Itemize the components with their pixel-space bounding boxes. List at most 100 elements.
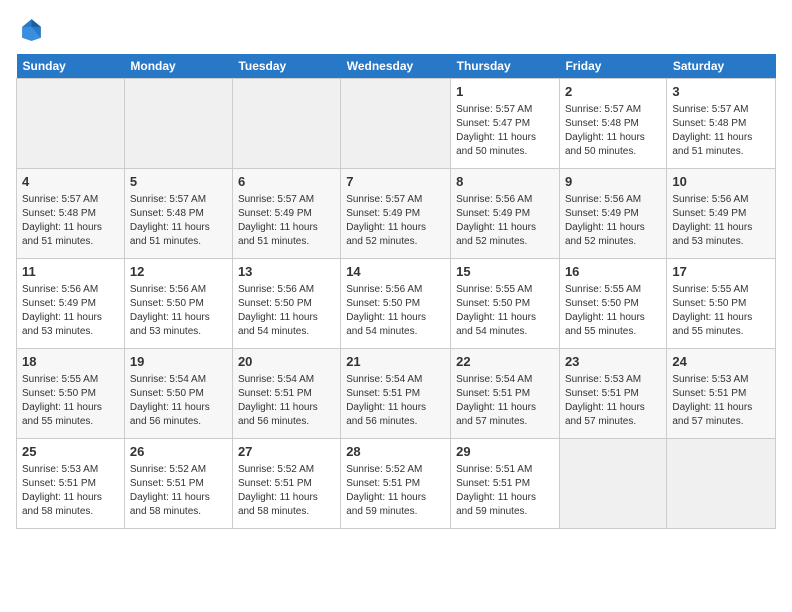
day-number: 22 bbox=[456, 353, 554, 371]
calendar-day-cell: 10 Sunrise: 5:56 AMSunset: 5:49 PMDayligh… bbox=[667, 169, 776, 259]
day-info: Sunrise: 5:52 AMSunset: 5:51 PMDaylight:… bbox=[130, 464, 210, 517]
day-info: Sunrise: 5:56 AMSunset: 5:49 PMDaylight:… bbox=[672, 194, 752, 247]
day-info: Sunrise: 5:54 AMSunset: 5:51 PMDaylight:… bbox=[456, 374, 536, 427]
day-number: 8 bbox=[456, 173, 554, 191]
day-info: Sunrise: 5:55 AMSunset: 5:50 PMDaylight:… bbox=[672, 284, 752, 337]
day-number: 4 bbox=[22, 173, 119, 191]
calendar-day-cell: 22 Sunrise: 5:54 AMSunset: 5:51 PMDayligh… bbox=[451, 349, 560, 439]
day-number: 17 bbox=[672, 263, 770, 281]
day-number: 5 bbox=[130, 173, 227, 191]
calendar-day-cell bbox=[124, 79, 232, 169]
calendar-day-cell: 25 Sunrise: 5:53 AMSunset: 5:51 PMDayligh… bbox=[17, 439, 125, 529]
day-number: 27 bbox=[238, 443, 335, 461]
calendar-day-cell: 19 Sunrise: 5:54 AMSunset: 5:50 PMDayligh… bbox=[124, 349, 232, 439]
calendar-day-cell: 24Sunrise: 5:53 AMSunset: 5:51 PMDayligh… bbox=[667, 349, 776, 439]
day-info: Sunrise: 5:52 AMSunset: 5:51 PMDaylight:… bbox=[346, 464, 426, 517]
calendar-day-cell bbox=[232, 79, 340, 169]
logo-icon bbox=[16, 16, 44, 44]
calendar-day-cell: 2 Sunrise: 5:57 AMSunset: 5:48 PMDaylight… bbox=[559, 79, 666, 169]
calendar-day-cell: 21 Sunrise: 5:54 AMSunset: 5:51 PMDayligh… bbox=[341, 349, 451, 439]
day-number: 23 bbox=[565, 353, 661, 371]
calendar-header: SundayMondayTuesdayWednesdayThursdayFrid… bbox=[17, 54, 776, 79]
calendar-day-cell bbox=[17, 79, 125, 169]
calendar-day-cell: 17 Sunrise: 5:55 AMSunset: 5:50 PMDayligh… bbox=[667, 259, 776, 349]
day-info: Sunrise: 5:55 AMSunset: 5:50 PMDaylight:… bbox=[22, 374, 102, 427]
calendar-week-row: 1 Sunrise: 5:57 AMSunset: 5:47 PMDaylight… bbox=[17, 79, 776, 169]
calendar-day-cell bbox=[559, 439, 666, 529]
calendar-week-row: 4 Sunrise: 5:57 AMSunset: 5:48 PMDaylight… bbox=[17, 169, 776, 259]
day-info: Sunrise: 5:53 AMSunset: 5:51 PMDaylight:… bbox=[22, 464, 102, 517]
weekday-header: Saturday bbox=[667, 54, 776, 79]
day-number: 11 bbox=[22, 263, 119, 281]
calendar-day-cell: 29Sunrise: 5:51 AMSunset: 5:51 PMDayligh… bbox=[451, 439, 560, 529]
calendar-day-cell: 18 Sunrise: 5:55 AMSunset: 5:50 PMDayligh… bbox=[17, 349, 125, 439]
day-number: 20 bbox=[238, 353, 335, 371]
day-info: Sunrise: 5:53 AMSunset: 5:51 PMDaylight:… bbox=[672, 374, 752, 427]
day-number: 18 bbox=[22, 353, 119, 371]
calendar-day-cell: 28 Sunrise: 5:52 AMSunset: 5:51 PMDayligh… bbox=[341, 439, 451, 529]
day-info: Sunrise: 5:53 AMSunset: 5:51 PMDaylight:… bbox=[565, 374, 645, 427]
calendar-day-cell: 8 Sunrise: 5:56 AMSunset: 5:49 PMDaylight… bbox=[451, 169, 560, 259]
day-number: 2 bbox=[565, 83, 661, 101]
day-info: Sunrise: 5:56 AMSunset: 5:49 PMDaylight:… bbox=[22, 284, 102, 337]
day-info: Sunrise: 5:57 AMSunset: 5:47 PMDaylight:… bbox=[456, 104, 536, 157]
calendar-day-cell bbox=[341, 79, 451, 169]
calendar-body: 1 Sunrise: 5:57 AMSunset: 5:47 PMDaylight… bbox=[17, 79, 776, 529]
calendar-day-cell: 5 Sunrise: 5:57 AMSunset: 5:48 PMDaylight… bbox=[124, 169, 232, 259]
calendar-day-cell: 16 Sunrise: 5:55 AMSunset: 5:50 PMDayligh… bbox=[559, 259, 666, 349]
weekday-header: Sunday bbox=[17, 54, 125, 79]
day-info: Sunrise: 5:55 AMSunset: 5:50 PMDaylight:… bbox=[456, 284, 536, 337]
day-number: 9 bbox=[565, 173, 661, 191]
day-info: Sunrise: 5:56 AMSunset: 5:49 PMDaylight:… bbox=[565, 194, 645, 247]
calendar-day-cell: 11 Sunrise: 5:56 AMSunset: 5:49 PMDayligh… bbox=[17, 259, 125, 349]
day-number: 26 bbox=[130, 443, 227, 461]
calendar-table: SundayMondayTuesdayWednesdayThursdayFrid… bbox=[16, 54, 776, 529]
day-info: Sunrise: 5:56 AMSunset: 5:50 PMDaylight:… bbox=[238, 284, 318, 337]
calendar-week-row: 18 Sunrise: 5:55 AMSunset: 5:50 PMDayligh… bbox=[17, 349, 776, 439]
day-info: Sunrise: 5:57 AMSunset: 5:48 PMDaylight:… bbox=[130, 194, 210, 247]
day-number: 12 bbox=[130, 263, 227, 281]
weekday-row: SundayMondayTuesdayWednesdayThursdayFrid… bbox=[17, 54, 776, 79]
day-info: Sunrise: 5:54 AMSunset: 5:51 PMDaylight:… bbox=[346, 374, 426, 427]
day-info: Sunrise: 5:54 AMSunset: 5:50 PMDaylight:… bbox=[130, 374, 210, 427]
weekday-header: Wednesday bbox=[341, 54, 451, 79]
day-number: 19 bbox=[130, 353, 227, 371]
day-info: Sunrise: 5:51 AMSunset: 5:51 PMDaylight:… bbox=[456, 464, 536, 517]
calendar-day-cell: 15 Sunrise: 5:55 AMSunset: 5:50 PMDayligh… bbox=[451, 259, 560, 349]
day-number: 16 bbox=[565, 263, 661, 281]
day-number: 1 bbox=[456, 83, 554, 101]
day-info: Sunrise: 5:57 AMSunset: 5:48 PMDaylight:… bbox=[565, 104, 645, 157]
calendar-day-cell: 14 Sunrise: 5:56 AMSunset: 5:50 PMDayligh… bbox=[341, 259, 451, 349]
weekday-header: Thursday bbox=[451, 54, 560, 79]
calendar-week-row: 25 Sunrise: 5:53 AMSunset: 5:51 PMDayligh… bbox=[17, 439, 776, 529]
day-info: Sunrise: 5:52 AMSunset: 5:51 PMDaylight:… bbox=[238, 464, 318, 517]
day-number: 15 bbox=[456, 263, 554, 281]
day-info: Sunrise: 5:55 AMSunset: 5:50 PMDaylight:… bbox=[565, 284, 645, 337]
day-number: 21 bbox=[346, 353, 445, 371]
calendar-day-cell: 7Sunrise: 5:57 AMSunset: 5:49 PMDaylight… bbox=[341, 169, 451, 259]
day-info: Sunrise: 5:56 AMSunset: 5:49 PMDaylight:… bbox=[456, 194, 536, 247]
calendar-week-row: 11 Sunrise: 5:56 AMSunset: 5:49 PMDayligh… bbox=[17, 259, 776, 349]
calendar-day-cell: 3Sunrise: 5:57 AMSunset: 5:48 PMDaylight… bbox=[667, 79, 776, 169]
day-number: 6 bbox=[238, 173, 335, 191]
logo bbox=[16, 16, 48, 44]
weekday-header: Friday bbox=[559, 54, 666, 79]
calendar-day-cell: 1 Sunrise: 5:57 AMSunset: 5:47 PMDaylight… bbox=[451, 79, 560, 169]
day-number: 10 bbox=[672, 173, 770, 191]
calendar-day-cell: 12 Sunrise: 5:56 AMSunset: 5:50 PMDayligh… bbox=[124, 259, 232, 349]
day-number: 14 bbox=[346, 263, 445, 281]
day-info: Sunrise: 5:56 AMSunset: 5:50 PMDaylight:… bbox=[130, 284, 210, 337]
day-number: 7 bbox=[346, 173, 445, 191]
day-info: Sunrise: 5:57 AMSunset: 5:49 PMDaylight:… bbox=[238, 194, 318, 247]
day-info: Sunrise: 5:54 AMSunset: 5:51 PMDaylight:… bbox=[238, 374, 318, 427]
day-info: Sunrise: 5:56 AMSunset: 5:50 PMDaylight:… bbox=[346, 284, 426, 337]
page-header bbox=[16, 16, 776, 44]
calendar-day-cell: 20 Sunrise: 5:54 AMSunset: 5:51 PMDayligh… bbox=[232, 349, 340, 439]
day-info: Sunrise: 5:57 AMSunset: 5:48 PMDaylight:… bbox=[672, 104, 752, 157]
calendar-day-cell: 13Sunrise: 5:56 AMSunset: 5:50 PMDayligh… bbox=[232, 259, 340, 349]
calendar-day-cell: 9 Sunrise: 5:56 AMSunset: 5:49 PMDaylight… bbox=[559, 169, 666, 259]
day-number: 28 bbox=[346, 443, 445, 461]
calendar-day-cell: 27 Sunrise: 5:52 AMSunset: 5:51 PMDayligh… bbox=[232, 439, 340, 529]
day-number: 25 bbox=[22, 443, 119, 461]
calendar-day-cell: 4Sunrise: 5:57 AMSunset: 5:48 PMDaylight… bbox=[17, 169, 125, 259]
